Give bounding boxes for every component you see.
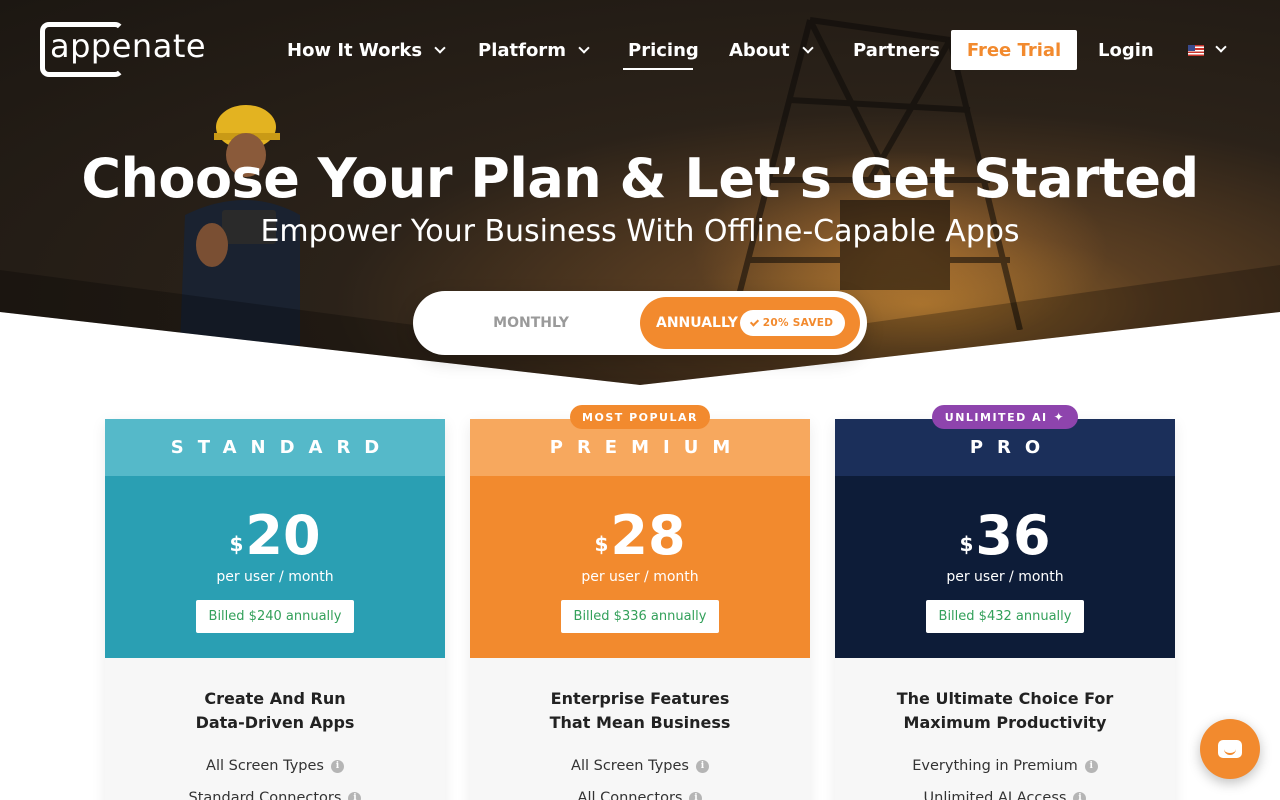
plan-tagline: Create And Run Data-Driven Apps [105,687,445,735]
tagline-line-2: That Mean Business [549,713,731,732]
nav-about[interactable]: About [729,30,814,70]
plan-tagline: Enterprise Features That Mean Business [470,687,810,735]
nav-platform[interactable]: Platform [478,30,590,70]
unlimited-ai-badge: UNLIMITED AI ✦ [932,405,1078,429]
plan-card-standard: STANDARD $20 per user / month Billed $24… [105,419,445,800]
us-flag-icon[interactable] [1188,45,1204,56]
feature-item: Unlimited AI Access i [835,790,1175,800]
feature-item: Standard Connectors i [105,790,445,800]
billed-annually-note: Billed $240 annually [196,600,354,633]
chevron-down-icon [801,41,814,54]
tagline-line-1: The Ultimate Choice For [896,689,1114,708]
info-icon[interactable]: i [348,791,362,800]
tagline-line-2: Maximum Productivity [903,713,1107,732]
tagline-line-1: Create And Run [204,689,346,708]
billed-annually-note: Billed $336 annually [561,600,719,633]
feature-label: All Screen Types [206,758,324,774]
feature-item: All Screen Types i [105,758,445,774]
nav-pricing[interactable]: Pricing [628,30,699,70]
annually-option[interactable]: ANNUALLY 20% SAVED [640,297,860,349]
chat-icon [1218,740,1242,758]
billing-toggle: MONTHLY ANNUALLY 20% SAVED [413,291,867,355]
nav-label: About [729,39,790,61]
feature-label: Unlimited AI Access [923,790,1067,800]
nav-partners[interactable]: Partners [853,30,940,70]
savings-label: 20% SAVED [762,317,834,329]
savings-badge: 20% SAVED [740,310,845,336]
feature-label: All Screen Types [571,758,689,774]
currency-symbol: $ [959,532,974,556]
info-icon[interactable]: i [1084,759,1098,773]
page-title: Choose Your Plan & Let’s Get Started [81,147,1199,210]
free-trial-button[interactable]: Free Trial [951,30,1077,70]
feature-label: Everything in Premium [912,758,1078,774]
billed-annually-note: Billed $432 annually [926,600,1084,633]
price-value: 28 [610,504,686,567]
price-panel: $28 per user / month Billed $336 annuall… [470,476,810,658]
price-period: per user / month [216,569,334,585]
price-period: per user / month [581,569,699,585]
sparkle-icon: ✦ [1053,410,1066,424]
login-link[interactable]: Login [1098,30,1154,70]
logo-text: appenate [50,27,207,65]
currency-symbol: $ [229,532,244,556]
info-icon[interactable]: i [330,759,344,773]
info-icon[interactable]: i [689,791,703,800]
plan-card-premium: PREMIUM $28 per user / month Billed $336… [470,419,810,800]
nav-label: How It Works [287,39,423,61]
plan-price: $28 [470,504,810,568]
nav-how-it-works[interactable]: How It Works [287,30,446,70]
nav-label: Partners [853,39,940,61]
info-icon[interactable]: i [1073,791,1087,800]
price-period: per user / month [946,569,1064,585]
plan-tagline: The Ultimate Choice For Maximum Producti… [835,687,1175,735]
check-icon [749,316,759,327]
feature-label: Standard Connectors [188,790,342,800]
chat-launcher-button[interactable] [1200,719,1260,779]
price-value: 36 [975,504,1051,567]
plan-name: STANDARD [105,419,445,476]
tagline-line-1: Enterprise Features [550,689,730,708]
feature-item: Everything in Premium i [835,758,1175,774]
nav-label: Pricing [628,39,699,61]
currency-symbol: $ [594,532,609,556]
feature-item: All Connectors i [470,790,810,800]
feature-label: All Connectors [577,790,683,800]
chevron-down-icon [434,41,446,54]
feature-item: All Screen Types i [470,758,810,774]
plan-price: $20 [105,504,445,568]
active-nav-underline [623,68,693,70]
price-value: 20 [245,504,321,567]
appenate-logo[interactable]: appenate [40,22,206,78]
chevron-down-icon [578,41,590,54]
price-panel: $20 per user / month Billed $240 annuall… [105,476,445,658]
page-subtitle: Empower Your Business With Offline-Capab… [260,214,1020,249]
most-popular-badge: MOST POPULAR [570,405,710,429]
tagline-line-2: Data-Driven Apps [195,713,355,732]
plan-price: $36 [835,504,1175,568]
login-label: Login [1098,39,1154,61]
info-icon[interactable]: i [695,759,709,773]
annually-label: ANNUALLY [656,315,738,331]
price-panel: $36 per user / month Billed $432 annuall… [835,476,1175,658]
monthly-option[interactable]: MONTHLY [473,291,589,355]
plan-card-pro: PRO $36 per user / month Billed $432 ann… [835,419,1175,800]
nav-label: Platform [478,39,566,61]
badge-label: UNLIMITED AI [944,410,1048,424]
